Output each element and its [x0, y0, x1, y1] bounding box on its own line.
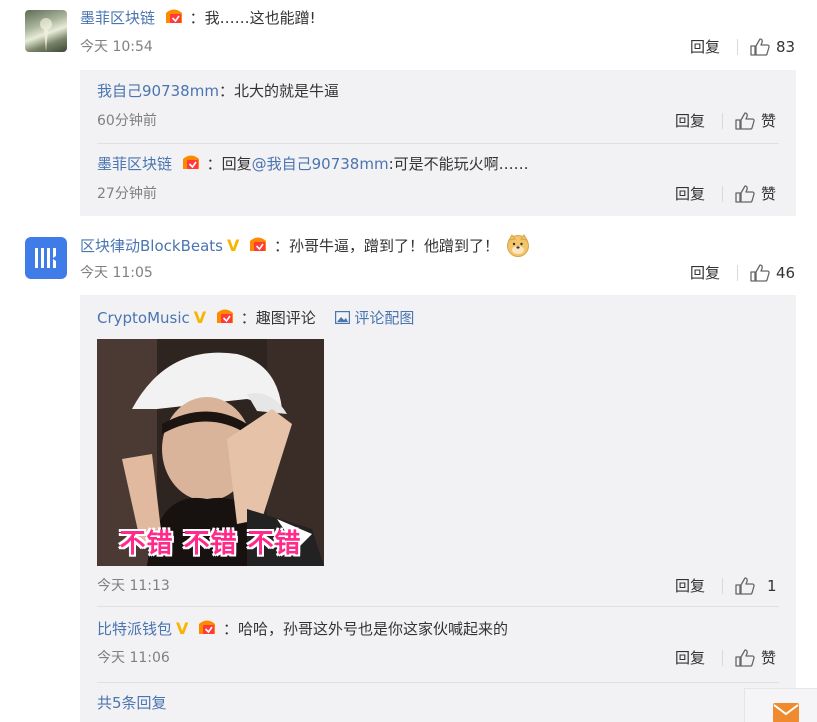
like-label: 赞: [761, 185, 777, 203]
timestamp: 27分钟前: [97, 186, 157, 202]
reply-body: CryptoMusic V ：趣图评论 评论配图: [97, 308, 415, 327]
fan-badge-icon: [165, 9, 182, 23]
comment-text: 孙哥牛逼，蹭到了！他蹭到了！: [288, 237, 499, 255]
comment-body: 区块律动BlockBeats V ：孙哥牛逼，蹭到了！他蹭到了！: [80, 233, 530, 257]
thumb-up-icon: [735, 577, 755, 595]
thumb-up-icon: [750, 38, 770, 56]
divider: [722, 113, 723, 129]
fan-badge-icon: [199, 620, 216, 634]
verified-v-icon: V: [193, 308, 207, 327]
timestamp: 今天 10:54: [80, 39, 153, 55]
reply-text: 北大的就是牛逼: [233, 82, 339, 100]
thumb-up-icon: [750, 264, 770, 282]
divider: [97, 682, 779, 683]
divider: [97, 606, 779, 607]
username-link[interactable]: 墨菲区块链: [80, 9, 155, 27]
verified-v-icon: V: [176, 619, 189, 638]
divider: [722, 578, 723, 594]
reply-body: 比特派钱包 V ：哈哈，孙哥这外号也是你这家伙喊起来的: [97, 619, 508, 638]
avatar-image: [40, 18, 52, 52]
like-button[interactable]: 46: [750, 263, 795, 283]
divider: [722, 650, 723, 666]
fan-badge-icon: [250, 237, 267, 251]
like-button[interactable]: 83: [750, 37, 795, 57]
like-count: 46: [776, 264, 796, 282]
meme-caption: 不错 不错 不错: [119, 529, 302, 559]
timestamp: 今天 11:06: [97, 650, 170, 666]
like-label: 赞: [761, 649, 777, 667]
like-count: 83: [776, 38, 796, 56]
reply-button[interactable]: 回复: [675, 648, 705, 668]
comment-text: 我……这也能蹭!: [204, 9, 316, 27]
image-icon: [334, 311, 350, 325]
avatar[interactable]: [25, 237, 67, 279]
divider: [737, 265, 738, 281]
mail-icon: [773, 703, 799, 722]
divider: [97, 143, 779, 144]
timestamp: 60分钟前: [97, 113, 157, 129]
reply-list: CryptoMusic V ：趣图评论 评论配图 不错 不错 不错 今天 11:…: [80, 295, 796, 722]
username-link[interactable]: 区块律动BlockBeats: [80, 237, 223, 255]
timestamp: 今天 11:05: [80, 265, 153, 281]
thumb-up-icon: [735, 185, 755, 203]
timestamp: 今天 11:13: [97, 578, 170, 594]
avatar[interactable]: [25, 10, 67, 52]
username-link[interactable]: 我自己90738mm: [97, 82, 219, 100]
username-link[interactable]: 墨菲区块链: [97, 155, 172, 173]
like-count: 1: [767, 577, 777, 595]
like-button[interactable]: 赞: [735, 648, 776, 668]
reply-text: 哈哈，孙哥这外号也是你这家伙喊起来的: [237, 620, 508, 638]
like-button[interactable]: 赞: [735, 111, 776, 131]
reply-body: 我自己90738mm：北大的就是牛逼: [97, 82, 339, 100]
divider: [722, 186, 723, 202]
reply-list: 我自己90738mm：北大的就是牛逼 60分钟前 回复 赞 墨菲区块链 ：回复@…: [80, 70, 796, 216]
username-link[interactable]: CryptoMusic: [97, 309, 190, 327]
image-link[interactable]: 评论配图: [334, 309, 414, 327]
reply-button[interactable]: 回复: [675, 576, 705, 596]
more-replies-link[interactable]: 共5条回复: [97, 693, 167, 713]
reply-button[interactable]: 回复: [675, 111, 705, 131]
thumb-up-icon: [735, 649, 755, 667]
reply-button[interactable]: 回复: [690, 37, 720, 57]
username-link[interactable]: 比特派钱包: [97, 620, 172, 638]
mention-link[interactable]: @我自己90738mm: [252, 155, 389, 173]
like-label: 赞: [761, 112, 777, 130]
blockbeats-logo-icon: [35, 248, 56, 268]
reply-button[interactable]: 回复: [675, 184, 705, 204]
like-button[interactable]: 1: [735, 576, 777, 596]
like-button[interactable]: 赞: [735, 184, 776, 204]
verified-v-icon: V: [226, 236, 240, 255]
fan-badge-icon: [182, 155, 199, 169]
comment-item: 区块律动BlockBeats V ：孙哥牛逼，蹭到了！他蹭到了！ 今天 11:05…: [0, 225, 817, 722]
comment-item: 墨菲区块链 ：我……这也能蹭! 今天 10:54 回复 83 我自己90738m…: [0, 0, 817, 220]
comment-image[interactable]: 不错 不错 不错: [97, 339, 324, 566]
doge-emoji-icon: [506, 234, 529, 257]
message-tab[interactable]: [744, 688, 817, 722]
thumb-up-icon: [735, 112, 755, 130]
fan-badge-icon: [216, 309, 233, 323]
reply-body: 墨菲区块链 ：回复@我自己90738mm:可是不能玩火啊……: [97, 155, 529, 173]
reply-text: 趣图评论: [255, 309, 316, 327]
reply-button[interactable]: 回复: [690, 263, 720, 283]
reply-text: :可是不能玩火啊……: [388, 155, 529, 173]
comment-body: 墨菲区块链 ：我……这也能蹭!: [80, 9, 316, 27]
divider: [737, 39, 738, 55]
